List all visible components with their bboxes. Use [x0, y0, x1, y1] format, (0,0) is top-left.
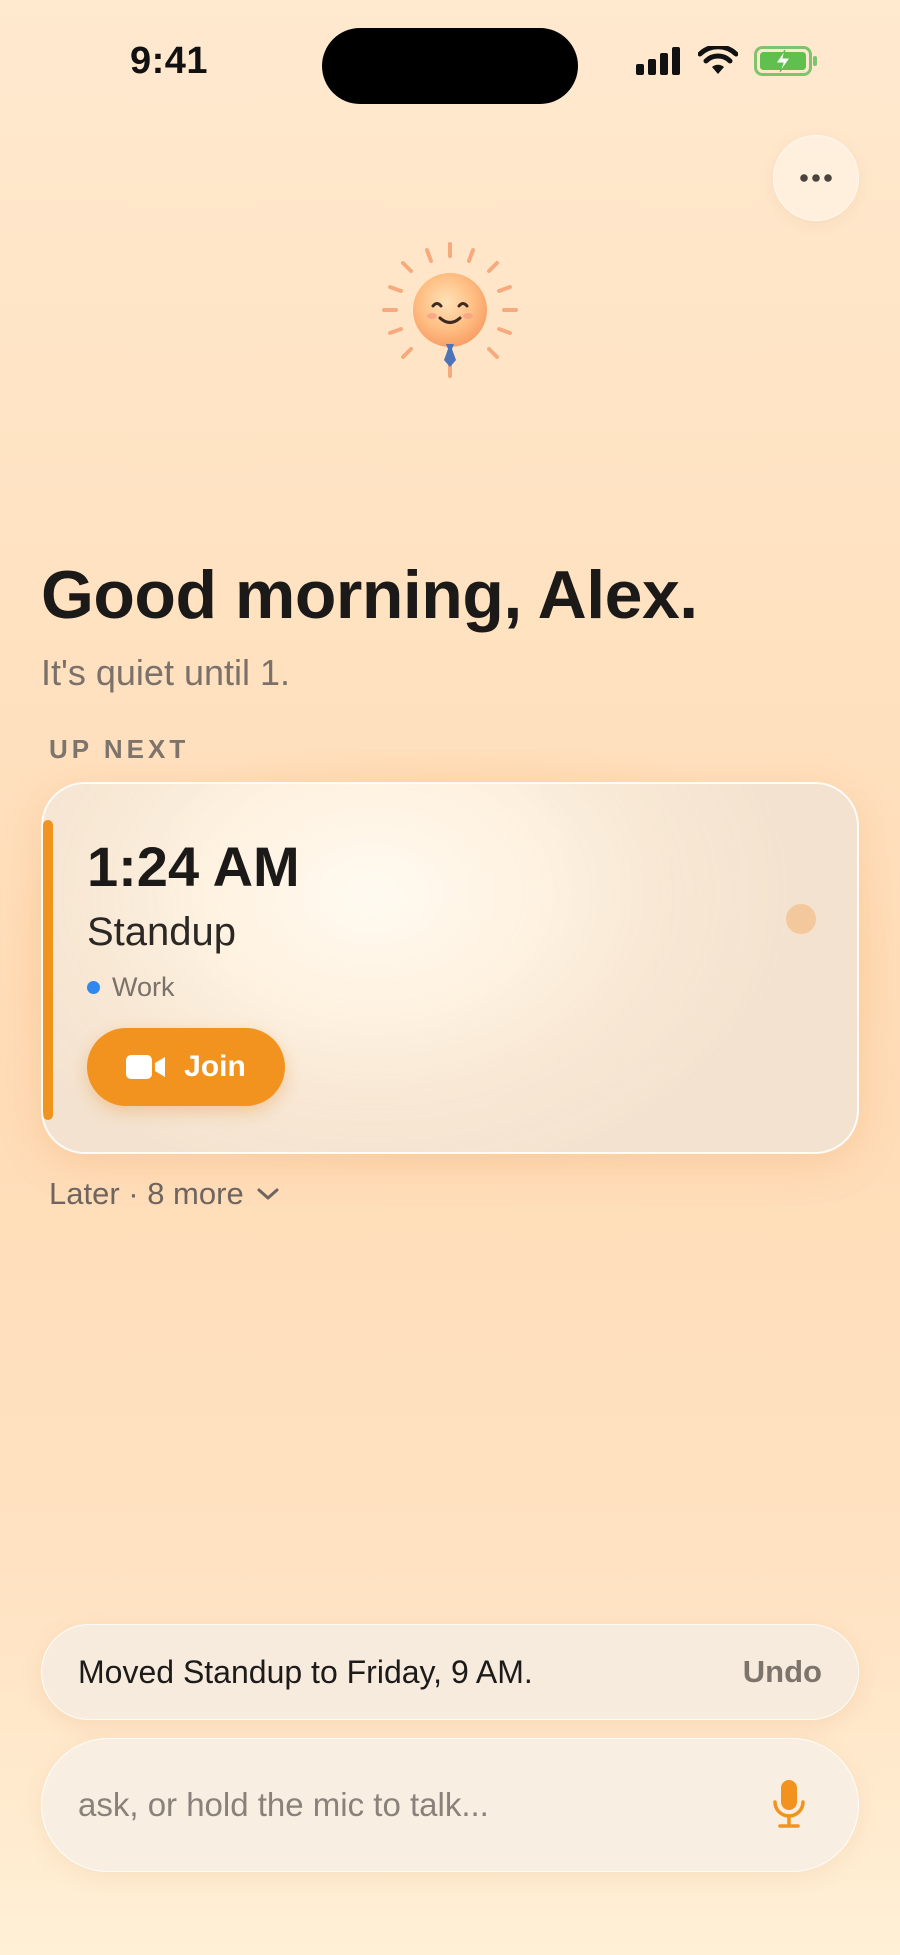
- join-button-label: Join: [184, 1050, 246, 1083]
- join-button[interactable]: Join: [87, 1028, 285, 1106]
- later-events-label: Later · 8 more: [49, 1176, 244, 1211]
- event-time: 1:24 AM: [87, 835, 300, 898]
- toast-message: Moved Standup to Friday, 9 AM.: [78, 1653, 533, 1690]
- wifi-icon: [698, 46, 738, 74]
- undo-toast: Moved Standup to Friday, 9 AM. Undo: [41, 1624, 859, 1720]
- cellular-signal-icon: [636, 47, 680, 75]
- event-title: Standup: [87, 910, 237, 954]
- calendar-color-dot: [87, 981, 100, 994]
- video-camera-icon: [126, 1055, 166, 1079]
- ellipsis-icon: [800, 174, 832, 182]
- status-time: 9:41: [130, 40, 209, 82]
- event-calendar-label: Work: [112, 972, 175, 1002]
- battery-charging-icon: [754, 46, 817, 76]
- ask-input[interactable]: [78, 1786, 718, 1824]
- status-icons: [636, 46, 818, 76]
- undo-button[interactable]: Undo: [743, 1654, 822, 1690]
- later-events-toggle[interactable]: Later · 8 more: [49, 1176, 280, 1212]
- event-status-dot: [786, 904, 816, 934]
- up-next-event-card[interactable]: 1:24 AM Standup Work Join: [41, 782, 859, 1154]
- composer-bar: [41, 1738, 859, 1872]
- more-options-button[interactable]: [773, 135, 859, 221]
- dynamic-island: [322, 28, 578, 104]
- event-calendar-tag: Work: [87, 972, 175, 1003]
- microphone-icon[interactable]: [772, 1780, 806, 1830]
- chevron-down-icon: [257, 1188, 279, 1200]
- event-accent-bar: [43, 820, 53, 1120]
- sun-mascot-icon: [382, 242, 518, 378]
- greeting-subtitle: It's quiet until 1.: [41, 652, 291, 693]
- greeting-title: Good morning, Alex.: [41, 557, 698, 633]
